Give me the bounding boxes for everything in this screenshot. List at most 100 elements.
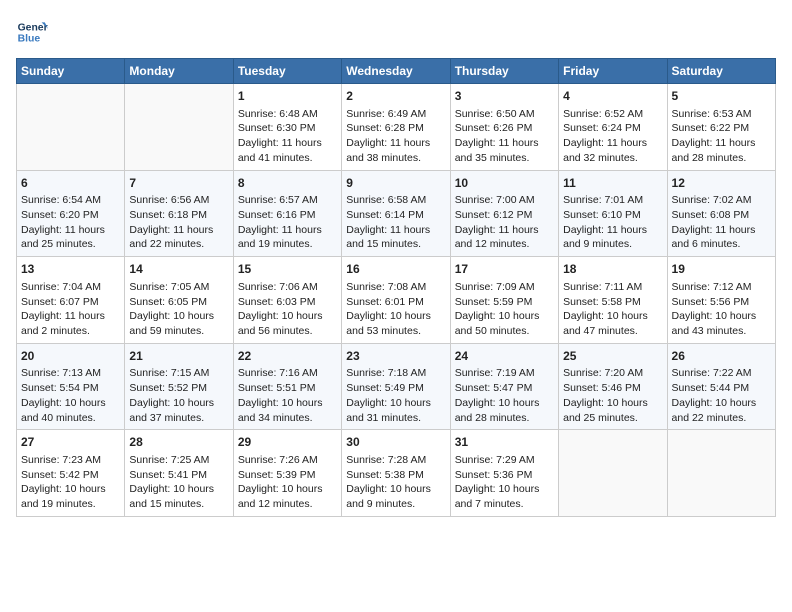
daylight-text: Daylight: 10 hours and 22 minutes. — [672, 397, 757, 424]
sunset-text: Sunset: 5:38 PM — [346, 469, 424, 481]
calendar-cell: 13Sunrise: 7:04 AMSunset: 6:07 PMDayligh… — [17, 257, 125, 344]
daylight-text: Daylight: 10 hours and 53 minutes. — [346, 310, 431, 337]
calendar-cell: 1Sunrise: 6:48 AMSunset: 6:30 PMDaylight… — [233, 84, 341, 171]
daylight-text: Daylight: 11 hours and 22 minutes. — [129, 224, 213, 251]
sunset-text: Sunset: 5:52 PM — [129, 382, 207, 394]
sunrise-text: Sunrise: 6:53 AM — [672, 108, 752, 120]
sunset-text: Sunset: 6:16 PM — [238, 209, 316, 221]
daylight-text: Daylight: 11 hours and 25 minutes. — [21, 224, 105, 251]
sunrise-text: Sunrise: 7:22 AM — [672, 367, 752, 379]
calendar-cell: 24 Sunrise: 7:19 AM Sunset: 5:47 PM Dayligh… — [450, 343, 558, 430]
sunrise-text: Sunrise: 7:16 AM — [238, 367, 318, 379]
calendar-cell: 30Sunrise: 7:28 AMSunset: 5:38 PMDayligh… — [342, 430, 450, 517]
daylight-text: Daylight: 10 hours and 56 minutes. — [238, 310, 323, 337]
calendar-cell: 6Sunrise: 6:54 AMSunset: 6:20 PMDaylight… — [17, 170, 125, 257]
daylight-text: Daylight: 11 hours and 19 minutes. — [238, 224, 322, 251]
sunrise-text: Sunrise: 7:19 AM — [455, 367, 535, 379]
calendar-cell: 8 Sunrise: 6:57 AM Sunset: 6:16 PM Daylight… — [233, 170, 341, 257]
daylight-text: Daylight: 10 hours and 28 minutes. — [455, 397, 540, 424]
sunset-text: Sunset: 6:12 PM — [455, 209, 533, 221]
calendar-cell: 25Sunrise: 7:20 AMSunset: 5:46 PMDayligh… — [559, 343, 667, 430]
sunset-text: Sunset: 6:28 PM — [346, 122, 424, 134]
calendar-cell: 7Sunrise: 6:56 AMSunset: 6:18 PMDaylight… — [125, 170, 233, 257]
daylight-text: Daylight: 10 hours and 37 minutes. — [129, 397, 214, 424]
sunset-text: Sunset: 5:59 PM — [455, 296, 533, 308]
sunrise-text: Sunrise: 7:25 AM — [129, 454, 209, 466]
calendar-cell: 21Sunrise: 7:15 AMSunset: 5:52 PMDayligh… — [125, 343, 233, 430]
sunrise-text: Sunrise: 7:09 AM — [455, 281, 535, 293]
day-number: 20 — [21, 348, 120, 365]
calendar-cell: 22Sunrise: 7:16 AMSunset: 5:51 PMDayligh… — [233, 343, 341, 430]
daylight-text: Daylight: 10 hours and 50 minutes. — [455, 310, 540, 337]
day-number: 9 — [346, 175, 445, 192]
day-number: 1 — [238, 88, 337, 105]
calendar-cell: 4Sunrise: 6:52 AMSunset: 6:24 PMDaylight… — [559, 84, 667, 171]
day-number: 25 — [563, 348, 662, 365]
day-number: 7 — [129, 175, 228, 192]
day-number: 8 — [238, 175, 337, 192]
sunset-text: Sunset: 5:46 PM — [563, 382, 641, 394]
day-number: 23 — [346, 348, 445, 365]
day-number: 24 — [455, 348, 554, 365]
calendar-cell: 14Sunrise: 7:05 AMSunset: 6:05 PMDayligh… — [125, 257, 233, 344]
weekday-header-monday: Monday — [125, 59, 233, 84]
sunrise-text: Sunrise: 7:08 AM — [346, 281, 426, 293]
daylight-text: Daylight: 10 hours and 9 minutes. — [346, 483, 431, 510]
sunset-text: Sunset: 6:01 PM — [346, 296, 424, 308]
sunrise-text: Sunrise: 7:06 AM — [238, 281, 318, 293]
calendar-cell — [125, 84, 233, 171]
sunrise-text: Sunrise: 7:11 AM — [563, 281, 642, 293]
weekday-header-thursday: Thursday — [450, 59, 558, 84]
day-number: 3 — [455, 88, 554, 105]
sunset-text: Sunset: 5:42 PM — [21, 469, 99, 481]
daylight-text: Daylight: 11 hours and 9 minutes. — [563, 224, 647, 251]
sunset-text: Sunset: 5:51 PM — [238, 382, 316, 394]
daylight-text: Daylight: 11 hours and 35 minutes. — [455, 137, 539, 164]
sunset-text: Sunset: 6:03 PM — [238, 296, 316, 308]
sunrise-text: Sunrise: 6:50 AM — [455, 108, 535, 120]
daylight-text: Daylight: 11 hours and 28 minutes. — [672, 137, 756, 164]
sunrise-text: Sunrise: 6:57 AM — [238, 194, 318, 206]
calendar-cell: 17 Sunrise: 7:09 AM Sunset: 5:59 PM Dayligh… — [450, 257, 558, 344]
calendar-cell: 18Sunrise: 7:11 AMSunset: 5:58 PMDayligh… — [559, 257, 667, 344]
sunset-text: Sunset: 6:10 PM — [563, 209, 641, 221]
daylight-text: Daylight: 10 hours and 34 minutes. — [238, 397, 323, 424]
calendar-cell: 9Sunrise: 6:58 AMSunset: 6:14 PMDaylight… — [342, 170, 450, 257]
day-number: 19 — [672, 261, 771, 278]
sunrise-text: Sunrise: 7:04 AM — [21, 281, 101, 293]
sunset-text: Sunset: 5:44 PM — [672, 382, 750, 394]
calendar-cell — [667, 430, 775, 517]
day-number: 17 — [455, 261, 554, 278]
logo-icon: General Blue — [16, 16, 48, 48]
calendar-week-row: 13Sunrise: 7:04 AMSunset: 6:07 PMDayligh… — [17, 257, 776, 344]
daylight-text: Daylight: 10 hours and 47 minutes. — [563, 310, 648, 337]
sunset-text: Sunset: 5:49 PM — [346, 382, 424, 394]
day-number: 14 — [129, 261, 228, 278]
day-number: 6 — [21, 175, 120, 192]
day-number: 12 — [672, 175, 771, 192]
calendar-cell: 26Sunrise: 7:22 AMSunset: 5:44 PMDayligh… — [667, 343, 775, 430]
weekday-header-wednesday: Wednesday — [342, 59, 450, 84]
sunset-text: Sunset: 5:39 PM — [238, 469, 316, 481]
calendar-week-row: 27Sunrise: 7:23 AMSunset: 5:42 PMDayligh… — [17, 430, 776, 517]
daylight-text: Daylight: 11 hours and 6 minutes. — [672, 224, 756, 251]
calendar-cell: 2Sunrise: 6:49 AMSunset: 6:28 PMDaylight… — [342, 84, 450, 171]
sunset-text: Sunset: 5:54 PM — [21, 382, 99, 394]
day-number: 28 — [129, 434, 228, 451]
sunset-text: Sunset: 5:47 PM — [455, 382, 533, 394]
daylight-text: Daylight: 10 hours and 7 minutes. — [455, 483, 540, 510]
calendar-cell: 11Sunrise: 7:01 AMSunset: 6:10 PMDayligh… — [559, 170, 667, 257]
sunrise-text: Sunrise: 7:20 AM — [563, 367, 643, 379]
daylight-text: Daylight: 11 hours and 38 minutes. — [346, 137, 430, 164]
sunrise-text: Sunrise: 7:02 AM — [672, 194, 752, 206]
sunrise-text: Sunrise: 7:13 AM — [21, 367, 101, 379]
sunset-text: Sunset: 6:26 PM — [455, 122, 533, 134]
page-header: General Blue — [16, 16, 776, 48]
sunset-text: Sunset: 6:05 PM — [129, 296, 207, 308]
sunrise-text: Sunrise: 7:23 AM — [21, 454, 101, 466]
sunrise-text: Sunrise: 6:58 AM — [346, 194, 426, 206]
sunrise-text: Sunrise: 6:54 AM — [21, 194, 101, 206]
sunrise-text: Sunrise: 7:01 AM — [563, 194, 643, 206]
calendar-cell: 31Sunrise: 7:29 AMSunset: 5:36 PMDayligh… — [450, 430, 558, 517]
logo: General Blue — [16, 16, 48, 48]
